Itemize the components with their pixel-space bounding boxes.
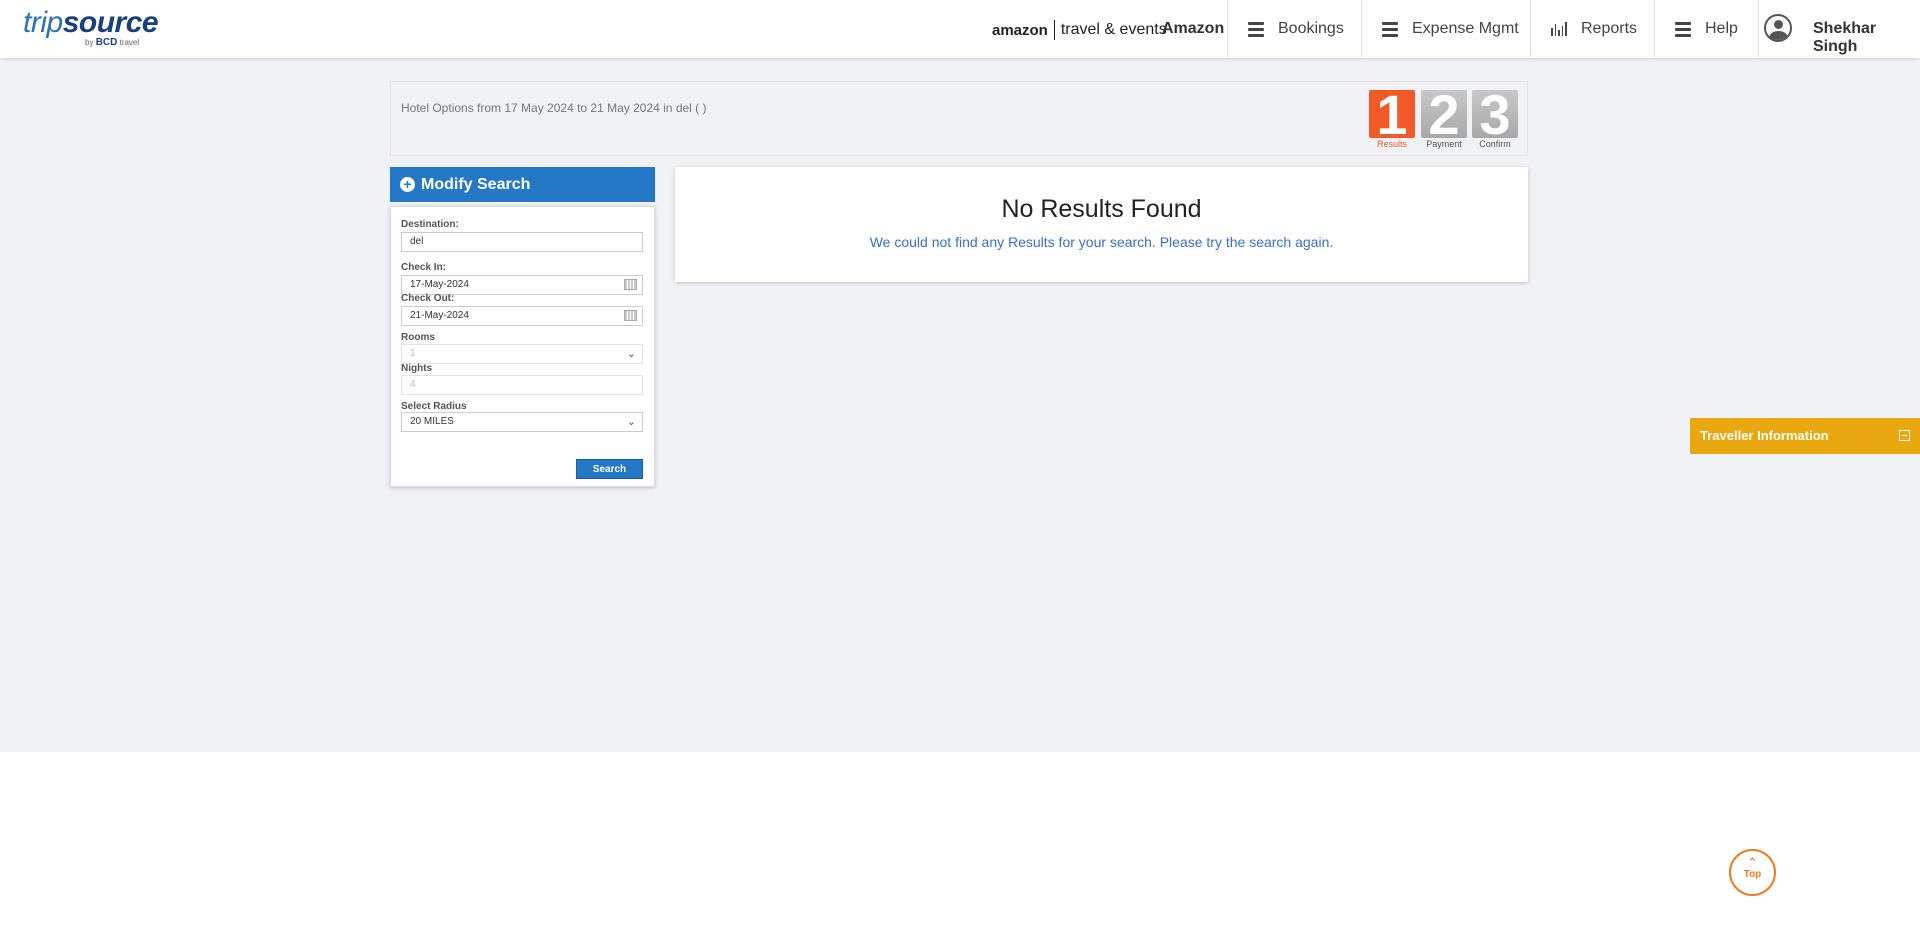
search-summary-text: Hotel Options from 17 May 2024 to 21 May… xyxy=(401,101,707,115)
destination-input[interactable]: del xyxy=(401,232,643,252)
nav-label: Help xyxy=(1705,20,1738,37)
user-avatar-icon[interactable] xyxy=(1764,14,1792,42)
nav-label: Bookings xyxy=(1278,20,1344,37)
checkout-date-input[interactable]: 21-May-2024 xyxy=(401,306,643,326)
amazon-logo-text: amazon xyxy=(992,21,1048,39)
tripsource-logo[interactable]: tripsource by BCD travel xyxy=(23,6,159,48)
search-summary-bar: Hotel Options from 17 May 2024 to 21 May… xyxy=(390,81,1528,156)
nav-help[interactable]: Help xyxy=(1675,0,1738,58)
company-name: Amazon xyxy=(1162,20,1225,37)
nav-label: Expense Mgmt xyxy=(1412,20,1519,37)
nights-input: 4 xyxy=(401,375,643,395)
menu-icon xyxy=(1382,21,1398,37)
step-label: Confirm xyxy=(1479,139,1511,149)
modify-search-toggle[interactable]: + Modify Search xyxy=(390,167,655,202)
menu-icon xyxy=(1675,21,1691,37)
bar-chart-icon xyxy=(1551,22,1567,36)
nav-divider xyxy=(1227,0,1228,58)
traveller-information-label: Traveller Information xyxy=(1700,428,1829,443)
no-results-message: We could not find any Results for your s… xyxy=(869,234,1334,250)
travel-events-text: travel & events xyxy=(1060,21,1167,38)
menu-icon xyxy=(1248,21,1264,37)
results-panel: No Results Found We could not find any R… xyxy=(675,167,1528,282)
step-number: 3 xyxy=(1472,87,1518,143)
step-confirm: 3 Confirm xyxy=(1472,87,1518,149)
back-to-top-button[interactable]: ⌃ Top xyxy=(1729,849,1776,896)
nav-expense-mgmt[interactable]: Expense Mgmt xyxy=(1382,0,1519,58)
step-label: Payment xyxy=(1426,139,1462,149)
nav-divider xyxy=(1361,0,1362,58)
radius-value: 20 MILES xyxy=(410,416,454,427)
nav-reports[interactable]: Reports xyxy=(1551,0,1637,58)
nav-divider xyxy=(1530,0,1531,58)
nights-label: Nights xyxy=(401,363,433,374)
traveller-information-toggle[interactable]: Traveller Information xyxy=(1690,418,1920,454)
checkin-date-value: 17-May-2024 xyxy=(410,279,469,290)
radius-select[interactable]: 20 MILES ⌄ xyxy=(401,412,643,432)
step-number: 1 xyxy=(1369,87,1415,143)
checkout-label: Check Out: xyxy=(401,293,455,304)
logo-wordmark: tripsource xyxy=(23,6,159,39)
brand-divider xyxy=(1053,20,1055,40)
modify-search-form: Destination: del Check In: 17-May-2024 C… xyxy=(390,206,655,487)
step-results: 1 Results xyxy=(1369,87,1415,149)
user-name[interactable]: Shekhar Singh xyxy=(1813,20,1920,56)
main-content-area xyxy=(0,58,1920,752)
no-results-title: No Results Found xyxy=(1001,195,1202,223)
top-label: Top xyxy=(1743,869,1762,880)
destination-label: Destination: xyxy=(401,219,459,230)
collapse-icon[interactable] xyxy=(1899,430,1910,441)
top-header: tripsource by BCD travel amazon travel &… xyxy=(0,0,1920,58)
nav-divider xyxy=(1654,0,1655,58)
nav-label: Reports xyxy=(1581,20,1638,37)
rooms-label: Rooms xyxy=(401,332,435,343)
checkin-date-input[interactable]: 17-May-2024 xyxy=(401,275,643,295)
plus-circle-icon: + xyxy=(400,177,415,192)
search-button[interactable]: Search xyxy=(576,459,643,479)
amazon-travel-brand: amazon travel & events xyxy=(992,18,1167,42)
calendar-icon[interactable] xyxy=(624,310,637,321)
logo-byline: by BCD travel xyxy=(85,37,140,48)
nav-bookings[interactable]: Bookings xyxy=(1248,0,1344,58)
rooms-select: 1 ⌄ xyxy=(401,344,643,364)
step-payment: 2 Payment xyxy=(1421,87,1467,149)
checkin-label: Check In: xyxy=(401,262,447,273)
nav-divider xyxy=(1758,0,1759,58)
checkout-date-value: 21-May-2024 xyxy=(410,310,469,321)
chevron-down-icon: ⌄ xyxy=(626,348,636,360)
chevron-down-icon: ⌄ xyxy=(626,416,636,428)
calendar-icon[interactable] xyxy=(624,279,637,290)
step-number: 2 xyxy=(1421,87,1467,143)
modify-search-title: Modify Search xyxy=(421,175,531,193)
rooms-value: 1 xyxy=(410,348,416,359)
radius-label: Select Radius xyxy=(401,401,467,412)
chevron-up-icon: ⌃ xyxy=(1747,855,1758,870)
